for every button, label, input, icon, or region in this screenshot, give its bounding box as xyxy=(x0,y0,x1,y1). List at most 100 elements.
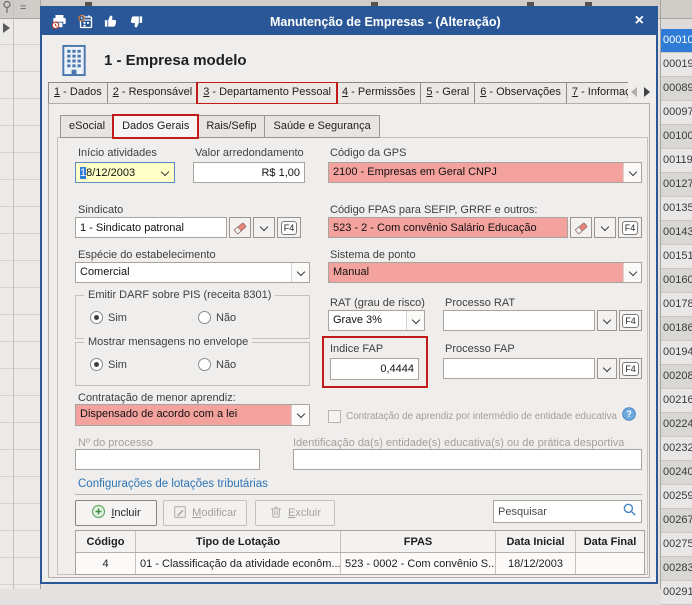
codigo-fpas-input[interactable]: 523 - 2 - Com convênio Salário Educação xyxy=(328,217,568,238)
mensagens-sim-radio[interactable] xyxy=(90,358,103,371)
codigo-fpas-clear-button[interactable] xyxy=(570,217,592,238)
processo-fap-dropdown-button[interactable] xyxy=(597,358,617,379)
background-grid-cell: 00127 xyxy=(661,173,692,197)
lotacoes-section-title: Configurações de lotações tributárias xyxy=(78,478,268,490)
pin-icon xyxy=(2,0,12,19)
darf-sim-radio[interactable] xyxy=(90,311,103,324)
mensagens-nao-radio[interactable] xyxy=(198,358,211,371)
codigo-fpas-dropdown-button[interactable] xyxy=(594,217,616,238)
rat-label: RAT (grau de risco) xyxy=(330,297,425,309)
valor-arredondamento-label: Valor arredondamento xyxy=(195,147,304,159)
background-grid-cell: 00224 xyxy=(661,413,692,437)
chevron-down-icon xyxy=(296,410,304,418)
processo-rat-label: Processo RAT xyxy=(445,297,515,309)
sindicato-dropdown-button[interactable] xyxy=(253,217,275,238)
especie-combo[interactable]: Comercial xyxy=(75,262,310,283)
background-grid-cell: 00119 xyxy=(661,149,692,173)
chevron-down-icon xyxy=(296,267,304,275)
chevron-down-icon xyxy=(260,222,268,230)
background-grid-right-column: 0001000019000890009700100001190012700135… xyxy=(660,0,692,589)
tab-geral[interactable]: 5 - Geral xyxy=(420,82,475,104)
window-title: Manutenção de Empresas - (Alteração) xyxy=(144,15,627,29)
mensagens-sim-label: Sim xyxy=(108,359,127,371)
num-processo-input xyxy=(75,449,260,470)
close-icon[interactable]: × xyxy=(627,13,656,31)
main-tabstrip: 1 - Dados 2 - Responsável 3 - Departamen… xyxy=(48,82,628,104)
background-row-numbers: 0001000019000890009700100001190012700135… xyxy=(661,29,692,605)
rat-combo[interactable]: Grave 3% xyxy=(328,310,425,331)
darf-nao-radio[interactable] xyxy=(198,311,211,324)
sistema-ponto-combo[interactable]: Manual xyxy=(328,262,642,283)
table-header-row: Código Tipo de Lotação FPAS Data Inicial… xyxy=(76,531,644,553)
dialog-manutencao-empresas: Manutenção de Empresas - (Alteração) × 1… xyxy=(40,6,658,584)
background-grid-cell: 00143 xyxy=(661,221,692,245)
svg-text:?: ? xyxy=(626,409,632,419)
processo-rat-f4-button[interactable]: F4 xyxy=(619,310,642,331)
mensagens-nao-label: Não xyxy=(216,359,236,371)
processo-rat-input[interactable] xyxy=(443,310,595,331)
processo-fap-input[interactable] xyxy=(443,358,595,379)
background-grid-cell: 00232 xyxy=(661,437,692,461)
background-grid-equals: = xyxy=(20,2,26,14)
tab-departamento-pessoal[interactable]: 3 - Departamento Pessoal xyxy=(197,82,337,104)
tab-responsavel[interactable]: 2 - Responsável xyxy=(107,82,199,104)
background-grid-cell: 00208 xyxy=(661,365,692,389)
eraser-icon xyxy=(233,221,247,235)
background-grid-cell: 00240 xyxy=(661,461,692,485)
column-header[interactable]: Código xyxy=(76,531,136,552)
tab-scroll-left-icon xyxy=(631,87,637,97)
print-schedule-icon[interactable] xyxy=(51,14,68,30)
codigo-gps-combo[interactable]: 2100 - Empresas em Geral CNPJ xyxy=(328,162,642,183)
sindicato-f4-button[interactable]: F4 xyxy=(277,217,301,238)
pencil-icon xyxy=(173,505,187,522)
chevron-down-icon xyxy=(411,315,419,323)
column-header[interactable]: Data Final xyxy=(576,531,644,552)
search-icon[interactable] xyxy=(622,502,641,522)
tab-dados[interactable]: 1 - Dados xyxy=(48,82,108,104)
valor-arredondamento-input[interactable]: R$ 1,00 xyxy=(193,162,305,183)
pesquisar-search-box xyxy=(493,500,642,523)
chevron-down-icon xyxy=(161,167,169,175)
search-input[interactable] xyxy=(494,504,622,520)
subtab-rais-sefip[interactable]: Rais/Sefip xyxy=(197,115,265,138)
sistema-ponto-label: Sistema de ponto xyxy=(330,249,416,261)
identificacao-input xyxy=(293,449,642,470)
background-grid-cell: 00186 xyxy=(661,317,692,341)
codigo-fpas-f4-button[interactable]: F4 xyxy=(618,217,642,238)
background-grid-cell: 00019 xyxy=(661,53,692,77)
subtab-dados-gerais[interactable]: Dados Gerais xyxy=(113,115,198,138)
sindicato-input[interactable]: 1 - Sindicato patronal xyxy=(75,217,227,238)
calendar-clock-icon[interactable] xyxy=(77,14,94,30)
modificar-button: Modificar xyxy=(163,500,247,526)
background-grid-cell: 00275 xyxy=(661,533,692,557)
column-header[interactable]: Tipo de Lotação xyxy=(136,531,341,552)
thumbs-down-icon[interactable] xyxy=(128,14,144,29)
table-row[interactable]: 4 01 - Classificação da atividade econôm… xyxy=(76,553,644,574)
processo-fap-f4-button[interactable]: F4 xyxy=(619,358,642,379)
chevron-down-icon xyxy=(603,315,611,323)
column-header[interactable]: FPAS xyxy=(341,531,496,552)
tab-scroll-right-icon[interactable] xyxy=(644,87,650,97)
company-name: 1 - Empresa modelo xyxy=(104,52,247,69)
inicio-atividades-input[interactable]: 18/12/2003 xyxy=(75,162,175,183)
tab-observacoes[interactable]: 6 - Observações xyxy=(474,82,567,104)
chevron-down-icon xyxy=(603,363,611,371)
thumbs-up-icon[interactable] xyxy=(103,14,119,29)
menor-aprendiz-combo[interactable]: Dispensado de acordo com a lei xyxy=(75,404,310,426)
chevron-down-icon xyxy=(628,167,636,175)
indice-fap-input[interactable]: 0,4444 xyxy=(330,358,419,380)
subtab-saude-seguranca[interactable]: Saúde e Segurança xyxy=(264,115,379,138)
processo-rat-dropdown-button[interactable] xyxy=(597,310,617,331)
column-header[interactable]: Data Inicial xyxy=(496,531,576,552)
help-icon[interactable]: ? xyxy=(622,407,636,426)
sindicato-clear-button[interactable] xyxy=(229,217,251,238)
background-grid-cell: 00097 xyxy=(661,101,692,125)
building-icon xyxy=(59,44,89,82)
subtab-esocial[interactable]: eSocial xyxy=(60,115,114,138)
incluir-button[interactable]: Incluir xyxy=(75,500,157,526)
darf-nao-label: Não xyxy=(216,312,236,324)
tab-informacoes-adicionais[interactable]: 7 - Informações Adic xyxy=(566,82,628,104)
background-grid-cell: 00194 xyxy=(661,341,692,365)
tab-permissoes[interactable]: 4 - Permissões xyxy=(336,82,421,104)
background-grid-cell: 00216 xyxy=(661,389,692,413)
